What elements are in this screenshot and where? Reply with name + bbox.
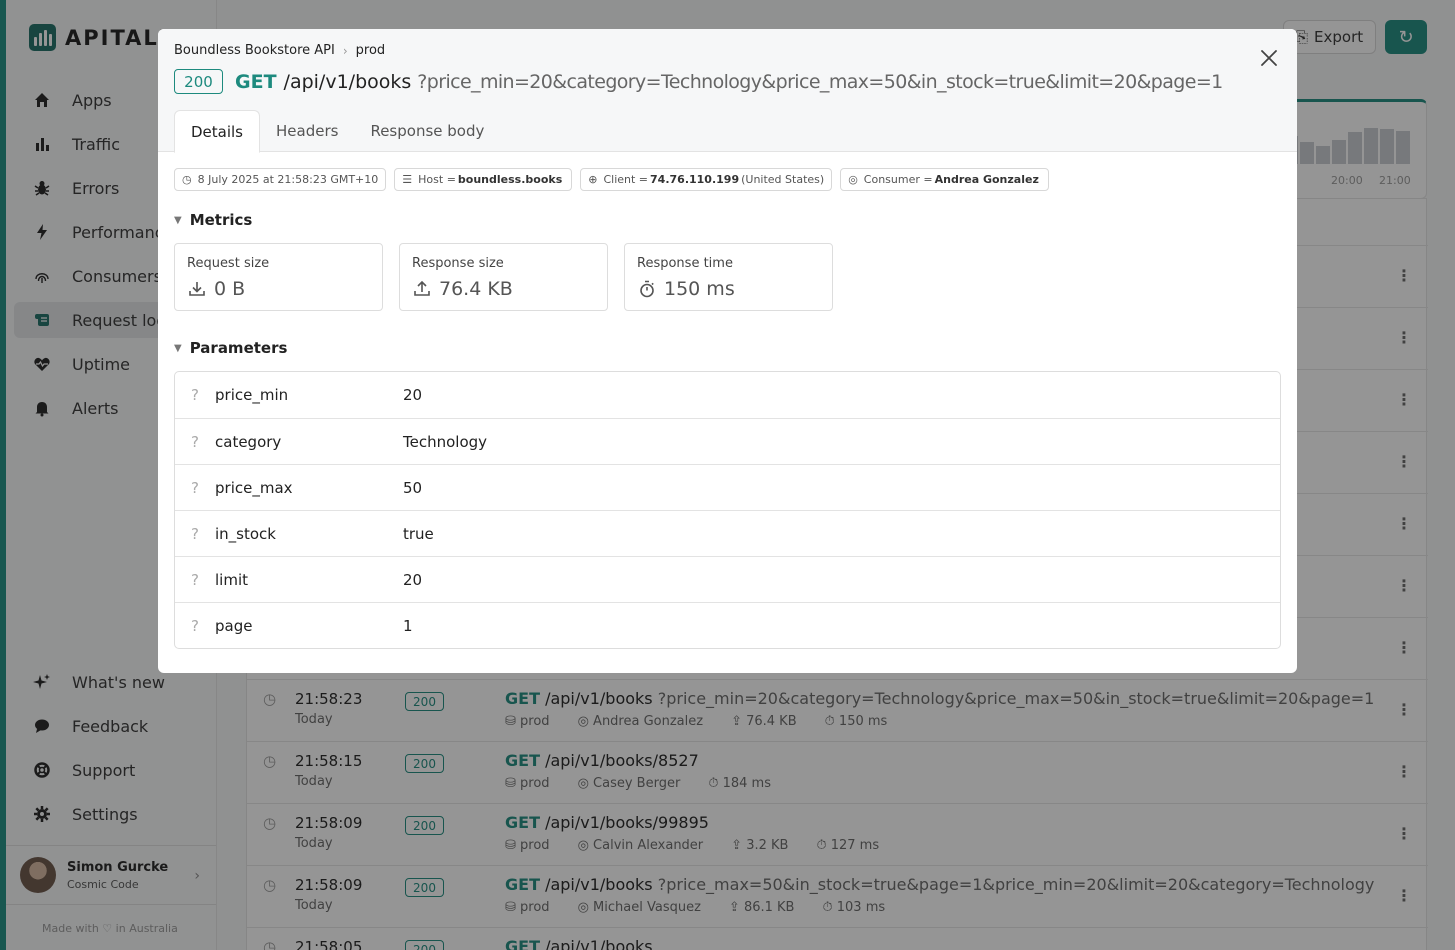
table-row: ? price_min 20 — [175, 372, 1280, 418]
param-name: price_min — [215, 386, 289, 404]
param-value: 20 — [403, 386, 423, 404]
metric-request-size: Request size 0 B — [174, 243, 383, 311]
table-row: ? page 1 — [175, 602, 1280, 648]
upload-icon — [412, 279, 432, 299]
table-row: ? limit 20 — [175, 556, 1280, 602]
question-icon: ? — [191, 432, 199, 451]
tab-headers[interactable]: Headers — [260, 110, 354, 152]
request-detail-modal: Boundless Bookstore API › prod 200 GET /… — [158, 29, 1297, 673]
param-name: category — [215, 432, 282, 451]
breadcrumb-env[interactable]: prod — [356, 43, 386, 58]
table-row: ? in_stock true — [175, 510, 1280, 556]
request-method: GET — [235, 70, 277, 93]
metric-value: 0 B — [214, 278, 246, 300]
metric-response-size: Response size 76.4 KB — [399, 243, 608, 311]
question-icon: ? — [191, 616, 199, 635]
request-title: 200 GET /api/v1/books ?price_min=20&cate… — [174, 69, 1223, 94]
param-value: true — [403, 524, 434, 543]
modal-header: Boundless Bookstore API › prod 200 GET /… — [158, 29, 1297, 153]
request-path: /api/v1/books — [283, 70, 412, 93]
close-icon — [1261, 50, 1277, 66]
param-value: 1 — [403, 616, 413, 635]
metric-value: 150 ms — [664, 278, 735, 300]
clock-icon: ◷ — [182, 173, 192, 186]
stopwatch-icon — [637, 279, 657, 299]
close-button[interactable] — [1258, 47, 1280, 69]
metric-response-time: Response time 150 ms — [624, 243, 833, 311]
table-row: ? price_max 50 — [175, 464, 1280, 510]
caret-down-icon: ▼ — [174, 342, 182, 354]
param-name: page — [215, 616, 253, 635]
metrics-section-toggle[interactable]: ▼ Metrics — [174, 211, 252, 229]
timestamp-chip: ◷ 8 July 2025 at 21:58:23 GMT+10 — [174, 168, 387, 191]
metrics-cards: Request size 0 B Response size 76.4 KB R… — [174, 243, 833, 311]
param-name: limit — [215, 570, 248, 589]
caret-down-icon: ▼ — [174, 214, 182, 226]
server-icon: ☰ — [402, 173, 413, 186]
question-icon: ? — [191, 570, 199, 589]
download-icon — [187, 279, 207, 299]
modal-tabs: Details Headers Response body — [174, 110, 500, 153]
consumer-chip[interactable]: ◎ Consumer = Andrea Gonzalez — [840, 168, 1049, 191]
param-name: price_max — [215, 478, 293, 497]
table-row: ? category Technology — [175, 418, 1280, 464]
param-value: Technology — [403, 432, 488, 451]
param-value: 50 — [403, 478, 423, 497]
tab-details[interactable]: Details — [174, 110, 261, 153]
breadcrumb-app[interactable]: Boundless Bookstore API — [174, 43, 335, 58]
host-chip[interactable]: ☰ Host = boundless.books — [394, 168, 573, 191]
param-name: in_stock — [215, 524, 276, 543]
param-value: 20 — [403, 570, 423, 589]
question-icon: ? — [191, 386, 199, 404]
client-chip[interactable]: ⊕ Client = 74.76.110.199 (United States) — [580, 168, 833, 191]
breadcrumb: Boundless Bookstore API › prod — [174, 43, 385, 58]
globe-icon: ⊕ — [588, 173, 598, 186]
parameters-section-toggle[interactable]: ▼ Parameters — [174, 339, 287, 357]
fingerprint-icon: ◎ — [848, 173, 858, 186]
question-icon: ? — [191, 478, 199, 497]
metric-value: 76.4 KB — [439, 278, 513, 300]
chevron-right-icon: › — [342, 43, 348, 58]
parameters-table: ? price_min 20 ? category Technology ? p… — [174, 371, 1281, 649]
request-info-chips: ◷ 8 July 2025 at 21:58:23 GMT+10 ☰ Host … — [174, 168, 1049, 191]
request-query: ?price_min=20&category=Technology&price_… — [417, 70, 1223, 93]
question-icon: ? — [191, 524, 199, 543]
status-badge: 200 — [174, 69, 223, 94]
tab-response-body[interactable]: Response body — [354, 110, 500, 152]
